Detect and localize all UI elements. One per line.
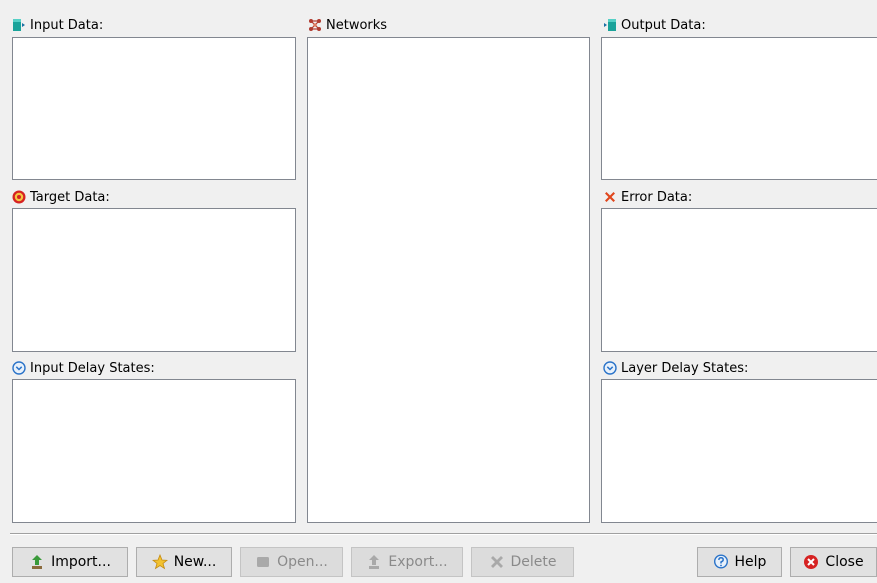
input-data-list[interactable] bbox=[12, 37, 296, 180]
clock-icon bbox=[12, 361, 26, 375]
new-button[interactable]: New... bbox=[136, 547, 232, 577]
networks-label-row: Networks bbox=[308, 15, 387, 35]
close-button[interactable]: Close bbox=[790, 547, 877, 577]
import-button[interactable]: Import... bbox=[12, 547, 128, 577]
networks-list[interactable] bbox=[307, 37, 590, 523]
delete-x-icon bbox=[489, 554, 505, 570]
new-star-icon bbox=[151, 554, 168, 570]
layer-delay-states-list[interactable] bbox=[601, 379, 877, 523]
import-button-label: Import... bbox=[51, 554, 111, 570]
output-data-icon bbox=[603, 18, 617, 32]
open-button-label: Open... bbox=[277, 554, 328, 570]
layer-delay-states-label-row: Layer Delay States: bbox=[603, 358, 748, 378]
input-delay-states-label-row: Input Delay States: bbox=[12, 358, 155, 378]
output-data-list[interactable] bbox=[601, 37, 877, 180]
layer-delay-states-label: Layer Delay States: bbox=[621, 360, 749, 376]
target-data-label: Target Data: bbox=[30, 189, 110, 205]
close-icon bbox=[803, 554, 819, 570]
export-arrow-icon bbox=[366, 554, 382, 570]
open-icon bbox=[255, 554, 271, 570]
input-delay-states-list[interactable] bbox=[12, 379, 296, 523]
clock-icon bbox=[603, 361, 617, 375]
input-data-label-row: Input Data: bbox=[12, 15, 103, 35]
target-data-list[interactable] bbox=[12, 208, 296, 352]
network-icon bbox=[308, 18, 322, 32]
error-data-label-row: Error Data: bbox=[603, 187, 692, 207]
target-icon bbox=[12, 190, 26, 204]
delete-button[interactable]: Delete bbox=[471, 547, 574, 577]
help-button-label: Help bbox=[734, 554, 767, 570]
output-data-label-row: Output Data: bbox=[603, 15, 706, 35]
error-x-icon bbox=[603, 190, 617, 204]
target-data-label-row: Target Data: bbox=[12, 187, 110, 207]
close-button-label: Close bbox=[825, 554, 864, 570]
open-button[interactable]: Open... bbox=[240, 547, 343, 577]
export-button-label: Export... bbox=[388, 554, 448, 570]
delete-button-label: Delete bbox=[510, 554, 557, 570]
help-icon bbox=[713, 554, 729, 570]
output-data-label: Output Data: bbox=[621, 17, 706, 33]
error-data-list[interactable] bbox=[601, 208, 877, 352]
button-bar-divider bbox=[10, 533, 877, 535]
input-data-label: Input Data: bbox=[30, 17, 104, 33]
input-delay-states-label: Input Delay States: bbox=[30, 360, 155, 376]
new-button-label: New... bbox=[173, 554, 217, 570]
import-arrow-icon bbox=[29, 554, 45, 570]
input-data-icon bbox=[12, 18, 26, 32]
export-button[interactable]: Export... bbox=[351, 547, 463, 577]
networks-label: Networks bbox=[326, 17, 388, 33]
error-data-label: Error Data: bbox=[621, 189, 693, 205]
help-button[interactable]: Help bbox=[697, 547, 782, 577]
